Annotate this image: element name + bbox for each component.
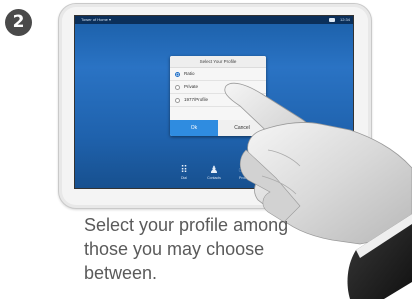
touch-screen: Tower of Home ▾ 12:34 Select Your Profil… xyxy=(74,15,354,189)
radio-selected-icon[interactable] xyxy=(175,71,180,77)
dialog-buttons: Ok Cancel xyxy=(170,120,266,136)
cancel-button[interactable]: Cancel xyxy=(218,120,266,136)
dialog-title: Select Your Profile xyxy=(170,56,266,68)
status-bar: Tower of Home ▾ 12:34 xyxy=(75,16,353,24)
caption-line: Select your profile among xyxy=(84,215,289,235)
profile-option[interactable]: Ratio xyxy=(170,68,266,81)
caption-line: between. xyxy=(84,263,158,283)
select-profile-dialog: Select Your Profile Ratio Private 1977/P… xyxy=(170,56,266,136)
tool-label: Dial xyxy=(180,176,188,180)
contacts-button[interactable]: ♟ Contacts xyxy=(203,165,225,180)
tool-label: Contacts xyxy=(207,176,221,180)
radio-icon[interactable] xyxy=(175,97,180,103)
tool-label: Profile xyxy=(239,176,249,180)
status-bar-title[interactable]: Tower of Home ▾ xyxy=(81,16,111,24)
option-label: Ratio xyxy=(184,71,195,76)
camera-icon xyxy=(329,18,335,22)
caption-line: those you may choose xyxy=(84,239,265,259)
profile-option[interactable]: 1977/Profile xyxy=(170,94,266,107)
profile-option[interactable]: Private xyxy=(170,81,266,94)
profile-button[interactable]: ◌▬ Profile xyxy=(233,165,255,180)
step-number-badge: 2 xyxy=(5,9,32,36)
dial-button[interactable]: ⠿ Dial xyxy=(173,165,195,180)
ok-button[interactable]: Ok xyxy=(170,120,218,136)
option-label: 1977/Profile xyxy=(184,97,209,102)
radio-icon[interactable] xyxy=(175,84,180,90)
option-label: Private xyxy=(184,84,199,89)
person-icon: ♟ xyxy=(209,165,219,176)
status-time: 12:34 xyxy=(339,17,350,22)
keypad-icon: ⠿ xyxy=(180,165,188,176)
profile-icon: ◌▬ xyxy=(238,167,250,174)
bottom-toolbar: ⠿ Dial ♟ Contacts ◌▬ Profile xyxy=(75,158,353,188)
instruction-caption: Select your profile among those you may … xyxy=(84,213,354,285)
